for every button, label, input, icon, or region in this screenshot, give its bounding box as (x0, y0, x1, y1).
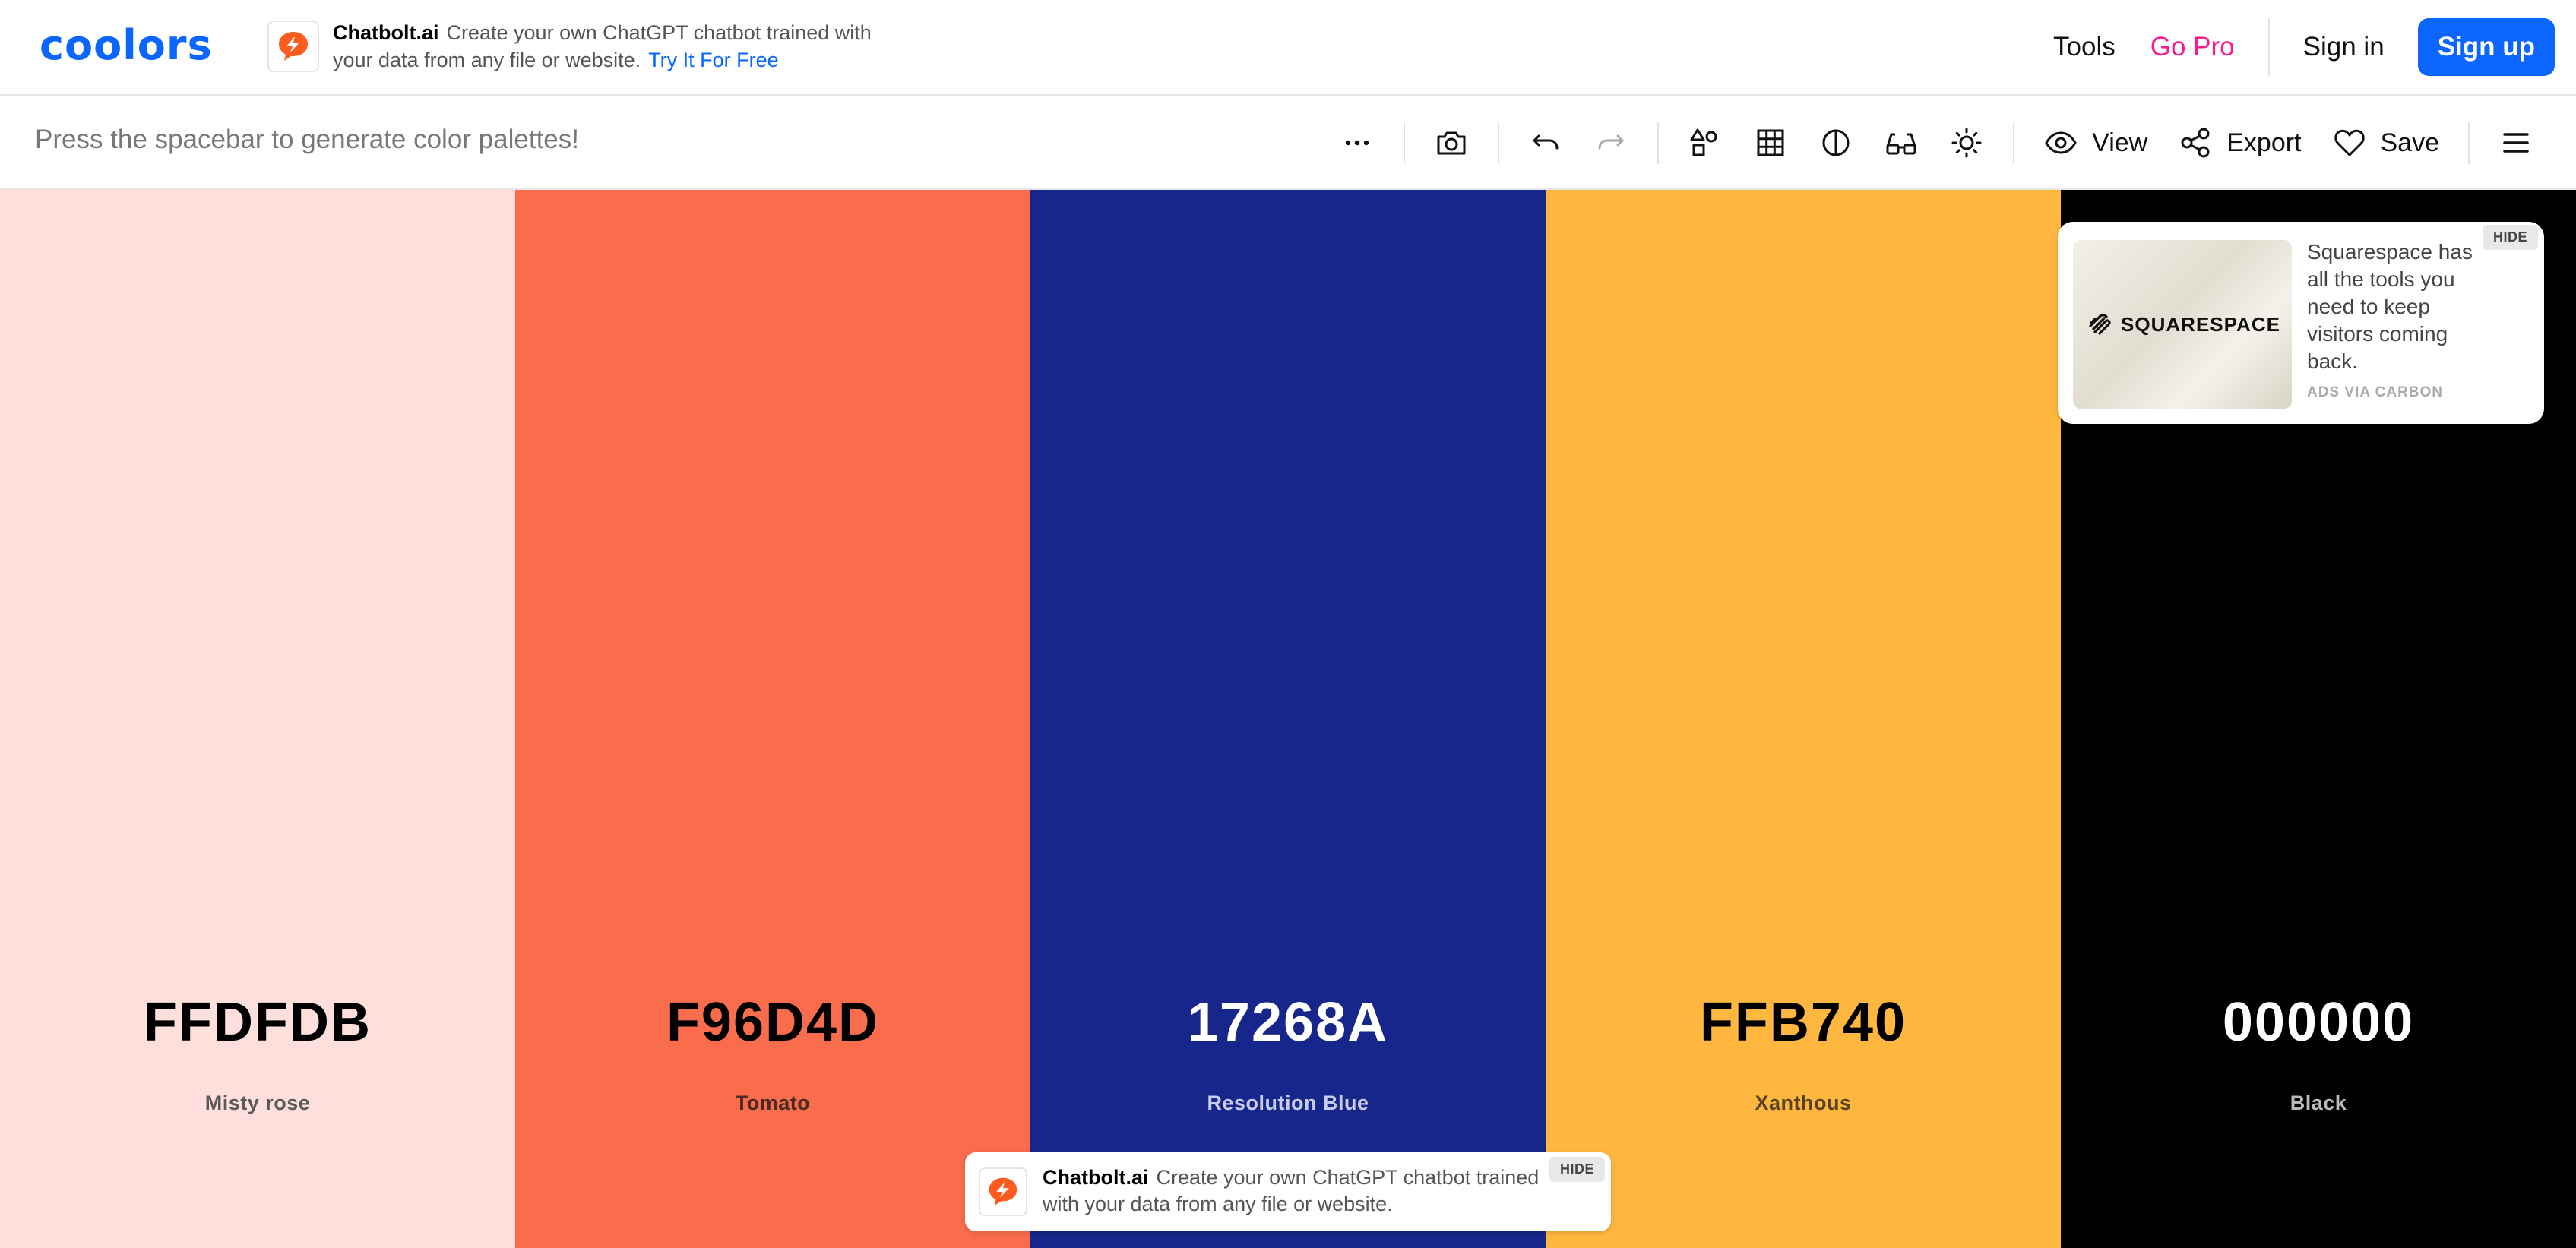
palette-toolbar: Press the spacebar to generate color pal… (0, 96, 2576, 190)
color-blindness-button[interactable] (1869, 112, 1934, 173)
more-icon (1345, 140, 1369, 146)
spacebar-hint: Press the spacebar to generate color pal… (35, 125, 579, 154)
swatch-color-name[interactable]: Black (2061, 1092, 2576, 1115)
swatch-hex-code[interactable]: 17268A (1030, 991, 1546, 1054)
view-button[interactable]: View (2028, 112, 2163, 173)
shapes-icon (1690, 128, 1717, 156)
toolbar-divider (1404, 122, 1406, 164)
sponsored-ad-top[interactable]: Chatbolt.ai Create your own ChatGPT chatb… (267, 20, 910, 73)
swatch-hex-code[interactable]: F96D4D (515, 991, 1030, 1054)
grid-icon (1757, 129, 1784, 156)
top-header: coolors Chatbolt.ai Create your own ChatG… (0, 0, 2576, 96)
sponsored-ad-bottom[interactable]: Chatbolt.ai Create your own ChatGPT chatb… (965, 1152, 1611, 1231)
carbon-ad-image[interactable]: SQUARESPACE (2073, 240, 2292, 409)
sign-up-button[interactable]: Sign up (2417, 18, 2555, 76)
squarespace-icon (2089, 314, 2111, 335)
heart-icon (2334, 129, 2365, 156)
swatch-color-name[interactable]: Resolution Blue (1030, 1092, 1546, 1115)
swatch-color-name[interactable]: Xanthous (1546, 1092, 2061, 1115)
shapes-button[interactable] (1673, 112, 1738, 173)
export-button[interactable]: Export (2163, 112, 2316, 173)
more-options-button[interactable] (1324, 112, 1390, 173)
carbon-ad-card[interactable]: SQUARESPACE Squarespace has all the tool… (2058, 222, 2544, 424)
chatbolt-logo-icon[interactable] (267, 21, 319, 72)
camera-icon (1437, 131, 1466, 155)
color-swatch-3[interactable]: 17268A Resolution Blue (1030, 190, 1546, 1248)
grid-button[interactable] (1738, 112, 1803, 173)
save-button[interactable]: Save (2317, 112, 2455, 173)
go-pro-link[interactable]: Go Pro (2150, 32, 2235, 62)
color-swatch-4[interactable]: FFB740 Xanthous (1546, 190, 2061, 1248)
tools-link[interactable]: Tools (2053, 32, 2116, 62)
color-swatch-1[interactable]: FFDFDB Misty rose (0, 190, 515, 1248)
sign-in-link[interactable]: Sign in (2303, 32, 2385, 62)
carbon-ad-text[interactable]: Squarespace has all the tools you need t… (2307, 239, 2489, 375)
squarespace-logo: SQUARESPACE (2084, 309, 2280, 340)
menu-icon (2503, 133, 2529, 153)
chatbolt-logo-icon[interactable] (979, 1167, 1027, 1216)
hide-carbon-ad-button[interactable]: HIDE (2482, 225, 2538, 250)
contrast-icon (1822, 129, 1850, 156)
swatch-hex-code[interactable]: FFB740 (1546, 991, 2061, 1054)
eye-icon (2045, 131, 2077, 154)
ad-top-text[interactable]: Chatbolt.ai Create your own ChatGPT chatb… (333, 19, 910, 74)
brightness-button[interactable] (1934, 112, 1999, 173)
toolbar-divider (1498, 122, 1500, 164)
bottom-ad-brand: Chatbolt.ai (1043, 1166, 1149, 1189)
redo-icon (1598, 134, 1624, 150)
toolbar-divider (2013, 122, 2015, 164)
color-swatch-2[interactable]: F96D4D Tomato (515, 190, 1030, 1248)
swatch-hex-code[interactable]: 000000 (2061, 991, 2576, 1054)
redo-button[interactable] (1578, 112, 1644, 173)
swatch-color-name[interactable]: Misty rose (0, 1092, 515, 1115)
undo-icon (1533, 134, 1559, 150)
undo-button[interactable] (1513, 112, 1578, 173)
hide-bottom-ad-button[interactable]: HIDE (1549, 1157, 1605, 1182)
toolbar-divider (2468, 122, 2470, 164)
ad-cta-link[interactable]: Try It For Free (648, 49, 779, 71)
view-label: View (2092, 128, 2148, 157)
glasses-icon (1886, 133, 1916, 155)
squarespace-wordmark: SQUARESPACE (2121, 312, 2280, 336)
ad-brand: Chatbolt.ai (333, 21, 439, 44)
coolors-logo[interactable]: coolors (40, 23, 213, 68)
contrast-button[interactable] (1803, 112, 1869, 173)
main-menu-button[interactable] (2483, 112, 2549, 173)
bottom-ad-text[interactable]: Chatbolt.ai Create your own ChatGPT chatb… (1043, 1164, 1544, 1218)
brightness-icon (1951, 128, 1982, 158)
ads-via-carbon-link[interactable]: ADS VIA CARBON (2307, 384, 2443, 401)
export-label: Export (2226, 128, 2302, 157)
toolbar-divider (1657, 122, 1660, 164)
toolbar-actions: View Export Save (1324, 112, 2549, 173)
share-icon (2181, 128, 2210, 158)
header-nav: Tools Go Pro Sign in Sign up (2053, 18, 2555, 76)
nav-divider (2267, 18, 2270, 76)
camera-button[interactable] (1419, 112, 1484, 173)
swatch-hex-code[interactable]: FFDFDB (0, 991, 515, 1054)
save-label: Save (2380, 128, 2440, 157)
swatch-color-name[interactable]: Tomato (515, 1092, 1030, 1115)
